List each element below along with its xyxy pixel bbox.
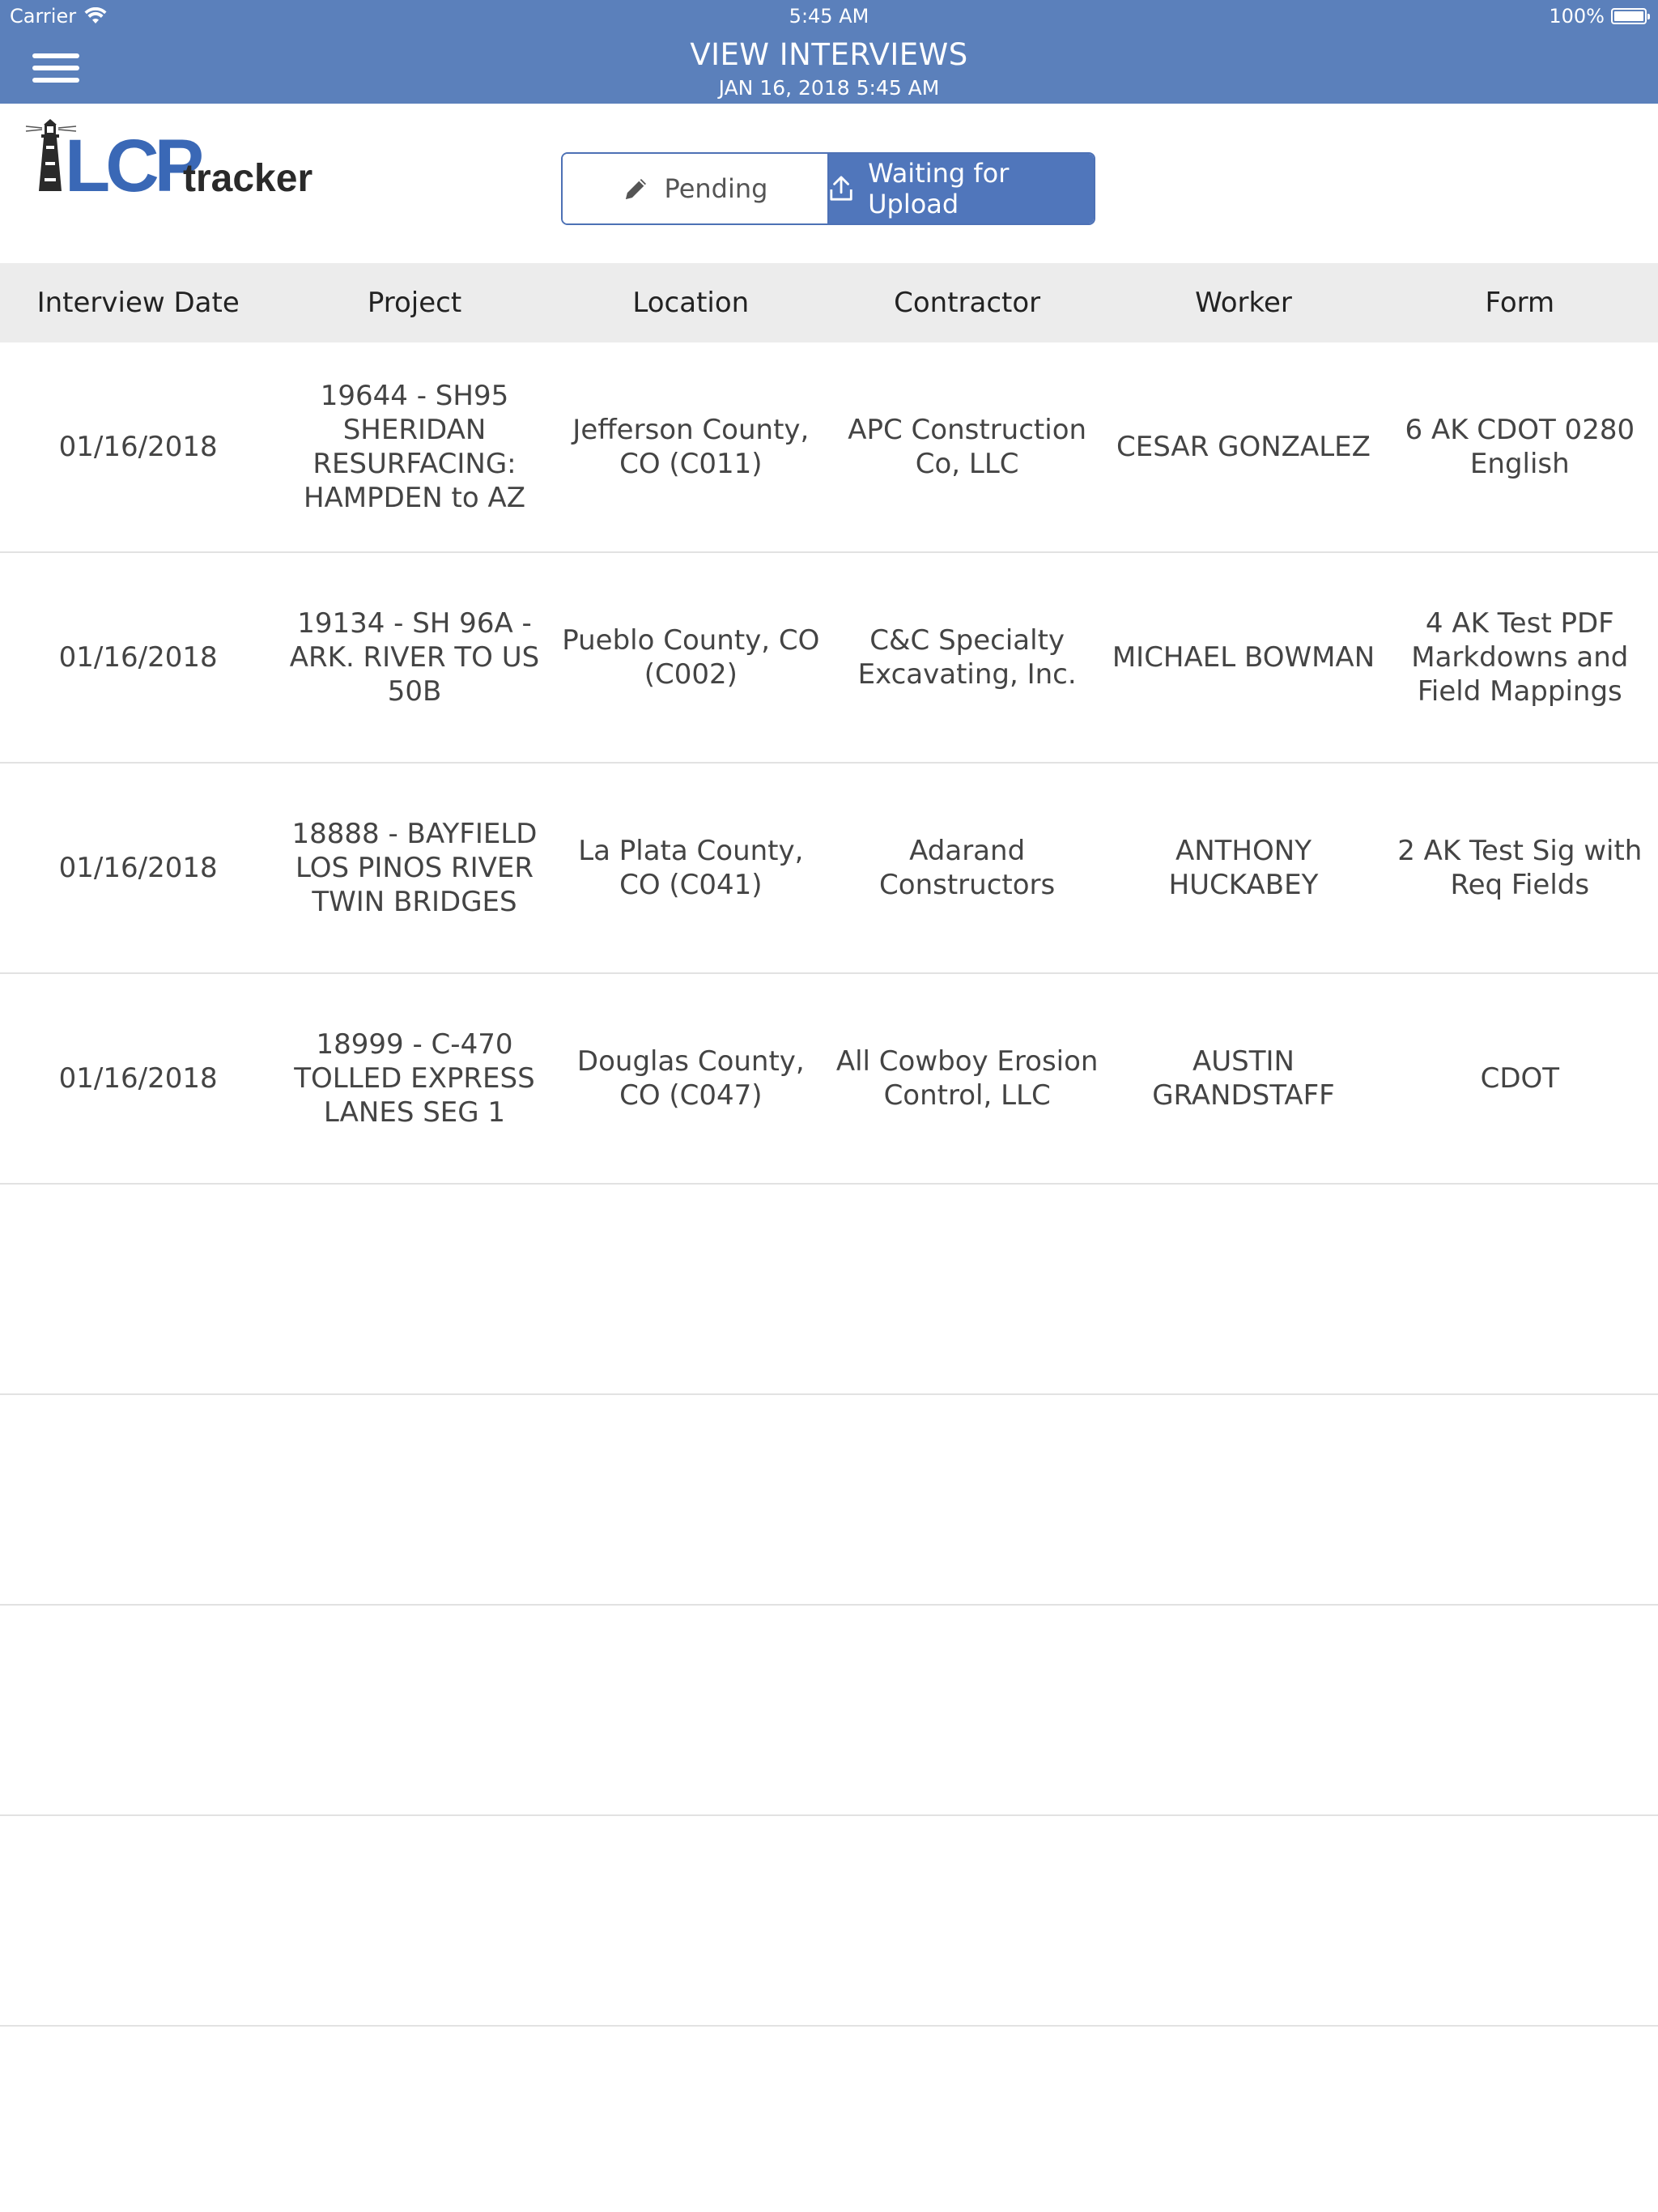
- interviews-table-body: 01/16/2018 19644 - SH95 SHERIDAN RESURFA…: [0, 342, 1658, 2027]
- cell-location: Douglas County, CO (C047): [576, 1045, 805, 1112]
- column-header-contractor[interactable]: Contractor: [829, 263, 1105, 342]
- cell-worker: ANTHONY HUCKABEY: [1168, 835, 1319, 901]
- empty-row: [0, 1395, 1658, 1606]
- battery-icon: [1611, 8, 1650, 24]
- pencil-icon: [625, 179, 646, 199]
- table-row[interactable]: 01/16/2018 18888 - BAYFIELD LOS PINOS RI…: [0, 764, 1658, 974]
- cell-interview-date: 01/16/2018: [58, 641, 218, 674]
- cell-worker: CESAR GONZALEZ: [1116, 431, 1371, 463]
- empty-row: [0, 1606, 1658, 1816]
- page-subtitle: JAN 16, 2018 5:45 AM: [718, 76, 940, 100]
- cell-form: CDOT: [1480, 1062, 1560, 1095]
- cell-form: 4 AK Test PDF Markdowns and Field Mappin…: [1411, 607, 1629, 708]
- tab-upload-label: Waiting for Upload: [868, 158, 1010, 219]
- cell-interview-date: 01/16/2018: [58, 852, 218, 884]
- cell-interview-date: 01/16/2018: [58, 431, 218, 463]
- cell-project: 19644 - SH95 SHERIDAN RESURFACING: HAMPD…: [303, 380, 526, 514]
- column-header-location[interactable]: Location: [553, 263, 829, 342]
- column-header-interview-date[interactable]: Interview Date: [0, 263, 276, 342]
- column-header-form[interactable]: Form: [1382, 263, 1658, 342]
- tab-waiting-for-upload[interactable]: Waiting for Upload: [829, 154, 1094, 223]
- table-row[interactable]: 01/16/2018 19644 - SH95 SHERIDAN RESURFA…: [0, 342, 1658, 553]
- cell-interview-date: 01/16/2018: [58, 1062, 218, 1095]
- top-bar: Carrier 5:45 AM 100% VIEW INTERVIEWS JAN…: [0, 0, 1658, 104]
- cell-location: Jefferson County, CO (C011): [572, 414, 810, 480]
- upload-icon: [830, 176, 852, 201]
- cell-contractor: C&C Specialty Excavating, Inc.: [857, 624, 1077, 691]
- cell-location: La Plata County, CO (C041): [578, 835, 804, 901]
- svg-text:tracker: tracker: [183, 157, 312, 200]
- table-header: Interview Date Project Location Contract…: [0, 263, 1658, 342]
- cell-form: 6 AK CDOT 0280 English: [1405, 414, 1635, 480]
- cell-contractor: APC Construction Co, LLC: [848, 414, 1087, 480]
- cell-form: 2 AK Test Sig with Req Fields: [1397, 835, 1643, 901]
- empty-row: [0, 1816, 1658, 2027]
- cell-contractor: All Cowboy Erosion Control, LLC: [835, 1045, 1099, 1112]
- cell-project: 18999 - C-470 TOLLED EXPRESS LANES SEG 1: [294, 1028, 535, 1129]
- cell-contractor: Adarand Constructors: [879, 835, 1056, 901]
- table-row[interactable]: 01/16/2018 19134 - SH 96A - ARK. RIVER T…: [0, 553, 1658, 764]
- battery-percent: 100%: [1549, 5, 1605, 28]
- status-time: 5:45 AM: [789, 5, 869, 28]
- status-segmented-control: Pending Waiting for Upload: [561, 152, 1095, 225]
- page-title: VIEW INTERVIEWS: [690, 37, 968, 72]
- tab-pending[interactable]: Pending: [563, 154, 829, 223]
- empty-row: [0, 1185, 1658, 1395]
- cell-worker: MICHAEL BOWMAN: [1112, 641, 1375, 674]
- table-row[interactable]: 01/16/2018 18999 - C-470 TOLLED EXPRESS …: [0, 974, 1658, 1185]
- svg-text:LCP: LCP: [65, 125, 202, 206]
- cell-worker: AUSTIN GRANDSTAFF: [1152, 1045, 1335, 1112]
- column-header-project[interactable]: Project: [276, 263, 552, 342]
- tab-pending-label: Pending: [664, 173, 768, 204]
- cell-project: 18888 - BAYFIELD LOS PINOS RIVER TWIN BR…: [291, 818, 538, 918]
- lcptracker-logo: LCP tracker: [19, 117, 327, 207]
- status-battery: 100%: [1549, 5, 1650, 28]
- column-header-worker[interactable]: Worker: [1105, 263, 1381, 342]
- cell-location: Pueblo County, CO (C002): [562, 624, 820, 691]
- cell-project: 19134 - SH 96A - ARK. RIVER TO US 50B: [289, 607, 540, 708]
